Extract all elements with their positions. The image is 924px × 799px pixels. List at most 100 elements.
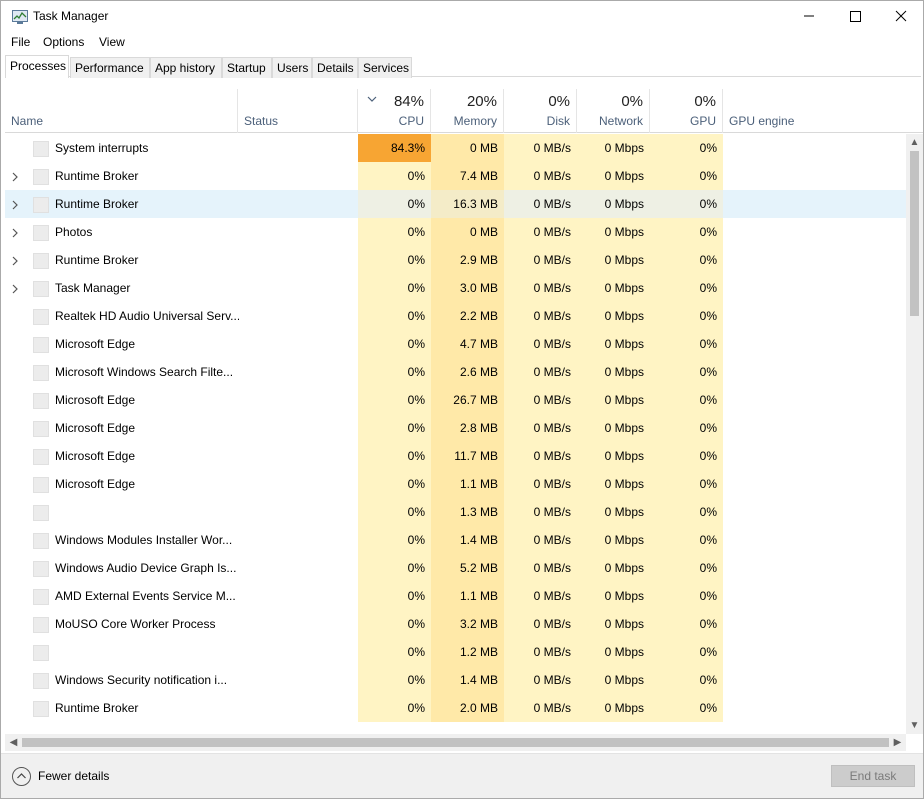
table-row[interactable]: Microsoft Edge 0% 11.7 MB 0 MB/s 0 Mbps 0% [5,442,906,470]
process-icon [33,421,49,437]
disk-cell: 0 MB/s [504,470,577,498]
memory-cell: 16.3 MB [431,190,504,218]
table-row[interactable]: Windows Modules Installer Wor... 0% 1.4 MB… [5,526,906,554]
gpu-cell: 0% [650,330,723,358]
gpu-label: GPU [689,114,716,128]
network-cell: 0 Mbps [577,554,650,582]
menu-file[interactable]: File [11,35,30,49]
maximize-button[interactable] [832,1,878,31]
tab-performance[interactable]: Performance [70,57,150,78]
scroll-up-icon[interactable]: ▲ [906,134,923,151]
cpu-cell: 0% [358,190,431,218]
table-row[interactable]: Photos 0% 0 MB 0 MB/s 0 Mbps 0% [5,218,906,246]
menu-view[interactable]: View [99,35,125,49]
cpu-cell: 0% [358,330,431,358]
scroll-down-icon[interactable]: ▼ [906,717,923,734]
table-row[interactable]: Task Manager 0% 3.0 MB 0 MB/s 0 Mbps 0% [5,274,906,302]
table-row[interactable]: Microsoft Windows Search Filte... 0% 2.6 M… [5,358,906,386]
process-list: System interrupts 84.3% 0 MB 0 MB/s 0 Mbps 0%… [5,134,906,734]
column-gpu[interactable]: 0% GPU [650,89,723,133]
chevron-right-icon[interactable] [11,162,19,190]
process-name: MoUSO Core Worker Process [55,617,216,631]
gpu-cell: 0% [650,274,723,302]
tab-services[interactable]: Services [358,57,412,78]
disk-cell: 0 MB/s [504,666,577,694]
table-row[interactable]: Windows Security notification i... 0% 1.4 … [5,666,906,694]
column-network[interactable]: 0% Network [577,89,650,133]
process-name [55,498,239,526]
table-row[interactable]: Realtek HD Audio Universal Serv... 0% 2.2 … [5,302,906,330]
network-cell: 0 Mbps [577,638,650,666]
column-disk[interactable]: 0% Disk [504,89,577,133]
chevron-right-icon[interactable] [11,190,19,218]
column-name[interactable]: Name [5,89,238,133]
table-row[interactable]: MoUSO Core Worker Process 0% 3.2 MB 0 MB/s 0… [5,610,906,638]
memory-cell: 4.7 MB [431,330,504,358]
table-row[interactable]: 0% 1.2 MB 0 MB/s 0 Mbps 0% [5,638,906,666]
tab-processes[interactable]: Processes [5,55,69,78]
column-cpu[interactable]: 84% CPU [358,89,431,133]
horizontal-scrollbar[interactable]: ◀ ▶ [5,734,906,751]
table-row[interactable]: AMD External Events Service M... 0% 1.1 MB… [5,582,906,610]
disk-cell: 0 MB/s [504,610,577,638]
table-row[interactable]: Runtime Broker 0% 16.3 MB 0 MB/s 0 Mbps 0% [5,190,906,218]
chevron-right-icon[interactable] [11,274,19,302]
table-row[interactable]: System interrupts 84.3% 0 MB 0 MB/s 0 Mbps 0% [5,134,906,162]
disk-cell: 0 MB/s [504,358,577,386]
minimize-button[interactable] [786,1,832,31]
column-memory[interactable]: 20% Memory [431,89,504,133]
cpu-cell: 0% [358,302,431,330]
gpu-cell: 0% [650,162,723,190]
process-icon [33,561,49,577]
column-gpu-engine[interactable]: GPU engine [723,89,923,133]
tab-startup[interactable]: Startup [222,57,272,78]
cpu-cell: 0% [358,358,431,386]
tab-details[interactable]: Details [312,57,358,78]
disk-cell: 0 MB/s [504,218,577,246]
table-row[interactable]: Windows Audio Device Graph Is... 0% 5.2 MB… [5,554,906,582]
disk-cell: 0 MB/s [504,302,577,330]
gpu-cell: 0% [650,666,723,694]
gpu-cell: 0% [650,498,723,526]
close-button[interactable] [878,1,924,31]
gpu-cell: 0% [650,470,723,498]
scroll-right-icon[interactable]: ▶ [889,734,906,751]
network-label: Network [598,114,643,128]
memory-cell: 0 MB [431,218,504,246]
column-status[interactable]: Status [238,89,358,133]
table-row[interactable]: Microsoft Edge 0% 26.7 MB 0 MB/s 0 Mbps 0% [5,386,906,414]
vertical-scroll-thumb[interactable] [910,151,919,316]
disk-cell: 0 MB/s [504,414,577,442]
table-row[interactable]: Runtime Broker 0% 2.9 MB 0 MB/s 0 Mbps 0% [5,246,906,274]
table-row[interactable]: 0% 1.3 MB 0 MB/s 0 Mbps 0% [5,498,906,526]
table-row[interactable]: Microsoft Edge 0% 1.1 MB 0 MB/s 0 Mbps 0% [5,470,906,498]
process-name: Microsoft Edge [55,477,136,491]
network-cell: 0 Mbps [577,470,650,498]
title-bar[interactable]: Task Manager [1,1,923,31]
process-icon [33,169,49,185]
vertical-scrollbar[interactable]: ▲ ▼ [906,134,923,734]
chevron-right-icon[interactable] [11,246,19,274]
process-icon [33,365,49,381]
cpu-cell: 0% [358,386,431,414]
process-name: Runtime Broker [55,253,139,267]
process-icon [33,253,49,269]
table-row[interactable]: Microsoft Edge 0% 4.7 MB 0 MB/s 0 Mbps 0% [5,330,906,358]
menu-options[interactable]: Options [43,35,84,49]
process-icon [33,617,49,633]
process-icon [33,141,49,157]
end-task-button[interactable]: End task [831,765,915,787]
tab-users[interactable]: Users [272,57,312,78]
cpu-cell: 0% [358,218,431,246]
tab-app-history[interactable]: App history [150,57,222,78]
process-name: System interrupts [55,141,149,155]
chevron-right-icon[interactable] [11,218,19,246]
horizontal-scroll-thumb[interactable] [22,738,889,747]
scroll-left-icon[interactable]: ◀ [5,734,22,751]
process-name: Windows Security notification i... [55,673,228,687]
memory-cell: 0 MB [431,134,504,162]
table-row[interactable]: Runtime Broker 0% 2.0 MB 0 MB/s 0 Mbps 0% [5,694,906,722]
process-icon [33,197,49,213]
table-row[interactable]: Microsoft Edge 0% 2.8 MB 0 MB/s 0 Mbps 0% [5,414,906,442]
table-row[interactable]: Runtime Broker 0% 7.4 MB 0 MB/s 0 Mbps 0% [5,162,906,190]
